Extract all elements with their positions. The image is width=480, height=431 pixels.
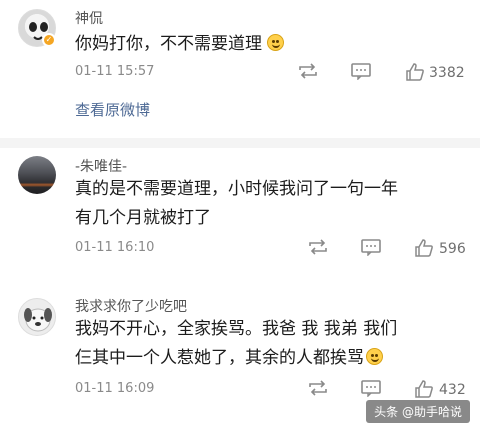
comment-item: -朱唯佳- 真的是不需要道理，小时候我问了一句一年 有几个月就被打了 01-11… (0, 148, 480, 283)
comment-text-content: 你妈打你，不不需要道理 (75, 34, 262, 54)
like-button[interactable] (414, 238, 434, 258)
repost-icon (299, 63, 317, 79)
comment-text-content: 仨其中一个人惹她了，其余的人都挨骂 (75, 348, 364, 368)
comment-text-line: 我妈不开心，全家挨骂。我爸 我 我弟 我们 (75, 319, 398, 339)
laughing-emoji-icon (366, 348, 383, 365)
comment-meta: 01-11 16:09 432 (75, 379, 480, 399)
comment-text-line: 真的是不需要道理，小时候我问了一句一年 (75, 179, 398, 199)
comment-button[interactable] (360, 379, 382, 399)
comment-meta: 01-11 15:57 3382 (75, 62, 480, 82)
weibo-comment-page: ✓ 神侃 你妈打你，不不需要道理 01-11 15:57 3382 查看原微博 … (0, 0, 480, 431)
like-count: 596 (439, 241, 466, 257)
like-count: 3382 (429, 65, 465, 81)
comment-icon (361, 380, 381, 398)
like-button[interactable] (414, 379, 434, 399)
comment-button[interactable] (360, 238, 382, 258)
repost-icon (309, 239, 327, 255)
thumbs-up-icon (415, 239, 433, 257)
comment-time: 01-11 16:10 (75, 240, 155, 255)
view-original-link[interactable]: 查看原微博 (75, 99, 150, 120)
thumbs-up-icon (406, 63, 424, 81)
comment-text-line: 有几个月就被打了 (75, 208, 211, 228)
dog-avatar-icon (24, 308, 52, 332)
thumbs-up-icon (415, 380, 433, 398)
username[interactable]: 我求求你了少吃吧 (75, 296, 187, 316)
comment-time: 01-11 15:57 (75, 64, 155, 79)
comment-text: 真的是不需要道理，小时候我问了一句一年 有几个月就被打了 (75, 175, 465, 233)
comment-button[interactable] (350, 62, 372, 82)
comment-item: 我求求你了少吃吧 我妈不开心，全家挨骂。我爸 我 我弟 我们 仨其中一个人惹她了… (0, 283, 480, 431)
comment-text: 我妈不开心，全家挨骂。我爸 我 我弟 我们 仨其中一个人惹她了，其余的人都挨骂 (75, 315, 465, 373)
avatar[interactable] (18, 156, 56, 194)
repost-button[interactable] (297, 62, 319, 82)
comment-icon (361, 239, 381, 257)
avatar[interactable] (18, 298, 56, 336)
repost-button[interactable] (307, 238, 329, 258)
comment-meta: 01-11 16:10 596 (75, 238, 480, 258)
username[interactable]: 神侃 (75, 8, 103, 28)
repost-icon (309, 380, 327, 396)
comment-time: 01-11 16:09 (75, 381, 155, 396)
repost-button[interactable] (307, 379, 329, 399)
smile-emoji-icon (267, 34, 285, 51)
section-divider (0, 138, 480, 148)
comment-text-line: 仨其中一个人惹她了，其余的人都挨骂 (75, 344, 465, 373)
comment-item: ✓ 神侃 你妈打你，不不需要道理 01-11 15:57 3382 查看原微博 (0, 0, 480, 138)
comment-icon (351, 63, 371, 81)
verified-badge-icon: ✓ (42, 33, 56, 47)
watermark: 头条 @助手哈说 (366, 400, 470, 423)
comment-text: 你妈打你，不不需要道理 (75, 30, 465, 59)
like-count: 432 (439, 382, 466, 398)
like-button[interactable] (405, 62, 425, 82)
username[interactable]: -朱唯佳- (75, 156, 127, 176)
